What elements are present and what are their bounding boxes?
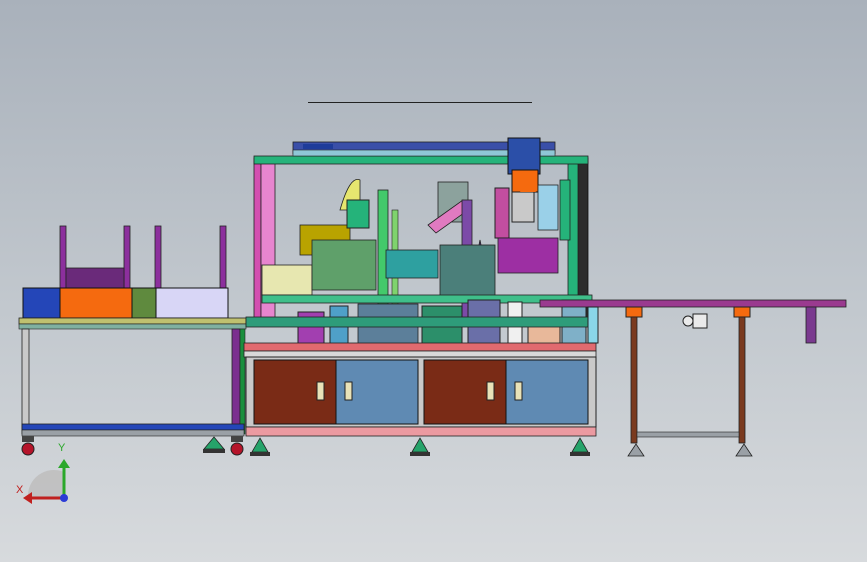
y-axis-label: Y bbox=[58, 442, 66, 454]
x-axis-label: X bbox=[16, 484, 24, 496]
feeder-table bbox=[18, 225, 247, 456]
machine-assembly-drawing bbox=[18, 137, 847, 457]
cad-viewport[interactable]: X Y bbox=[0, 0, 867, 562]
assembly-machine bbox=[243, 137, 597, 456]
axis-triad: X Y bbox=[14, 442, 78, 508]
